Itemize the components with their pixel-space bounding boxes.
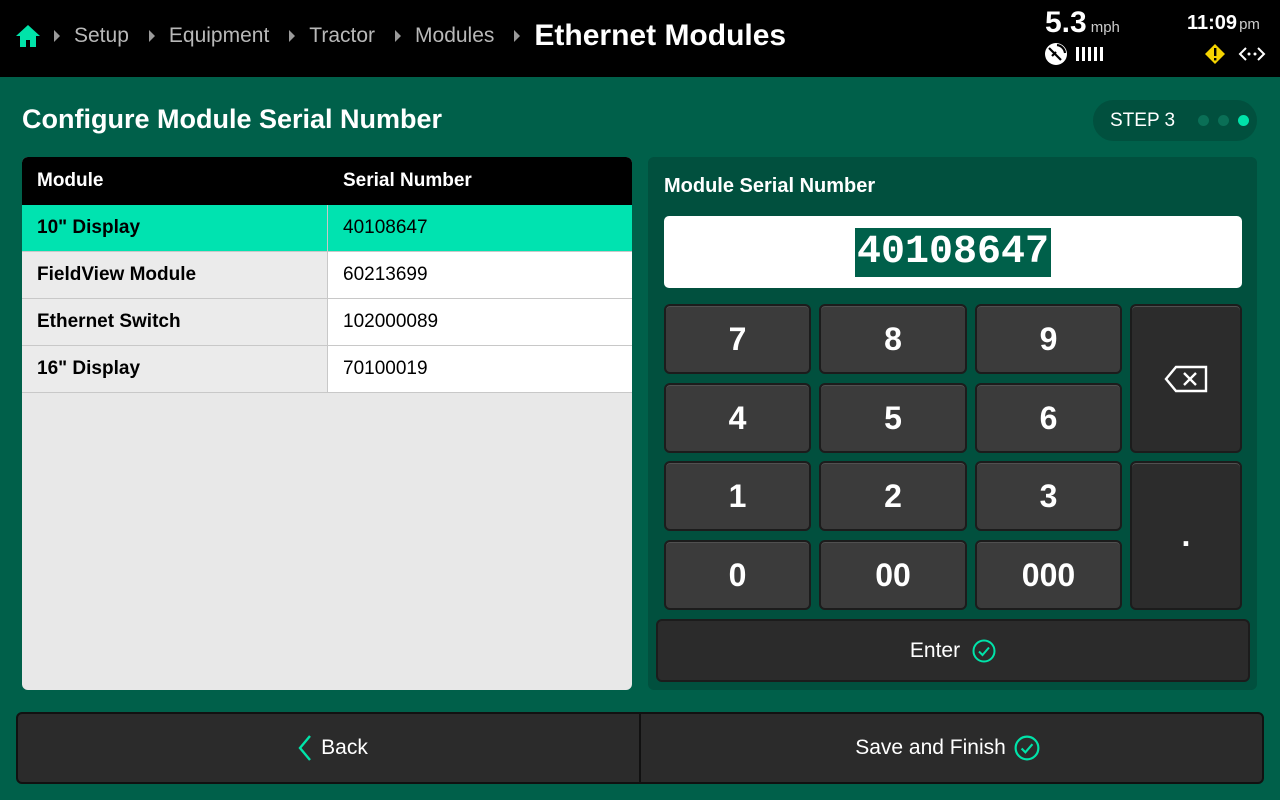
key-000[interactable]: 000 — [975, 540, 1122, 610]
top-bar: Setup Equipment Tractor Modules Ethernet… — [0, 0, 1280, 77]
module-name: 16" Display — [22, 346, 328, 392]
module-name: 10" Display — [22, 205, 328, 251]
keypad-title: Module Serial Number — [664, 175, 876, 197]
step-indicator: STEP 3 — [1093, 100, 1257, 141]
clock-ampm: pm — [1239, 16, 1260, 33]
gps-signal-icon[interactable] — [1043, 40, 1109, 68]
chevron-left-icon — [298, 735, 312, 761]
key-3[interactable]: 3 — [975, 461, 1122, 531]
module-name: FieldView Module — [22, 252, 328, 298]
column-header-serial: Serial Number — [343, 170, 472, 191]
save-label: Save and Finish — [855, 736, 1006, 759]
clock: 11:09 pm — [1187, 12, 1260, 35]
table-row[interactable]: Ethernet Switch 102000089 — [22, 299, 632, 346]
step-dot — [1198, 115, 1210, 126]
table-row[interactable]: FieldView Module 60213699 — [22, 252, 632, 299]
breadcrumb-item-equipment[interactable]: Equipment — [145, 24, 269, 48]
column-header-module: Module — [37, 170, 104, 191]
serial-input-value: 40108647 — [854, 227, 1052, 277]
back-button[interactable]: Back — [16, 712, 641, 784]
serial-number: 70100019 — [328, 346, 632, 392]
save-and-finish-button[interactable]: Save and Finish — [639, 712, 1264, 784]
breadcrumb-item-tractor[interactable]: Tractor — [285, 24, 375, 48]
key-1[interactable]: 1 — [664, 461, 811, 531]
speed-value: 5.3 — [1045, 6, 1087, 39]
breadcrumb-item-modules[interactable]: Modules — [391, 24, 494, 48]
speed-readout: 5.3 mph — [1045, 6, 1120, 40]
key-2[interactable]: 2 — [819, 461, 967, 531]
table-row[interactable]: 10" Display 40108647 — [22, 205, 632, 252]
backspace-button[interactable] — [1130, 304, 1242, 453]
key-4[interactable]: 4 — [664, 383, 811, 453]
chevron-right-icon — [289, 30, 296, 42]
chevron-right-icon — [395, 30, 402, 42]
key-8[interactable]: 8 — [819, 304, 967, 374]
key-9[interactable]: 9 — [975, 304, 1122, 374]
module-table: Module Serial Number 10" Display 4010864… — [22, 157, 632, 690]
connection-icon[interactable] — [1238, 45, 1266, 63]
enter-label: Enter — [909, 638, 961, 662]
backspace-icon — [1164, 365, 1208, 392]
chevron-right-icon — [514, 30, 521, 42]
key-7[interactable]: 7 — [664, 304, 811, 374]
breadcrumb: Setup Equipment Tractor Modules Ethernet… — [50, 0, 786, 72]
module-name: Ethernet Switch — [22, 299, 328, 345]
chevron-right-icon — [54, 30, 60, 42]
keypad-panel: Module Serial Number 40108647 7 8 9 4 5 … — [648, 157, 1257, 690]
key-5[interactable]: 5 — [819, 383, 967, 453]
breadcrumb-current: Ethernet Modules — [510, 19, 786, 53]
serial-number: 60213699 — [328, 252, 632, 298]
serial-number: 102000089 — [328, 299, 632, 345]
key-6[interactable]: 6 — [975, 383, 1122, 453]
key-0[interactable]: 0 — [664, 540, 811, 610]
warning-icon[interactable] — [1204, 43, 1226, 65]
back-label: Back — [321, 736, 368, 759]
enter-button[interactable]: Enter — [656, 619, 1250, 682]
serial-input[interactable]: 40108647 — [664, 216, 1242, 288]
speed-unit: mph — [1090, 19, 1120, 36]
step-dot — [1218, 115, 1230, 126]
step-dots — [1189, 115, 1250, 126]
clock-time: 11:09 — [1187, 12, 1238, 34]
table-header: Module Serial Number — [22, 157, 632, 205]
page-title: Configure Module Serial Number — [22, 104, 443, 134]
home-icon[interactable] — [14, 22, 42, 50]
step-dot-active — [1238, 115, 1250, 126]
table-row[interactable]: 16" Display 70100019 — [22, 346, 632, 393]
step-label: STEP 3 — [1110, 109, 1176, 131]
check-circle-icon — [1014, 735, 1040, 761]
breadcrumb-item-setup[interactable]: Setup — [50, 24, 129, 48]
key-00[interactable]: 00 — [819, 540, 967, 610]
serial-number: 40108647 — [328, 205, 632, 251]
decimal-key[interactable]: . — [1130, 461, 1242, 610]
check-circle-icon — [972, 639, 996, 662]
chevron-right-icon — [148, 30, 155, 42]
